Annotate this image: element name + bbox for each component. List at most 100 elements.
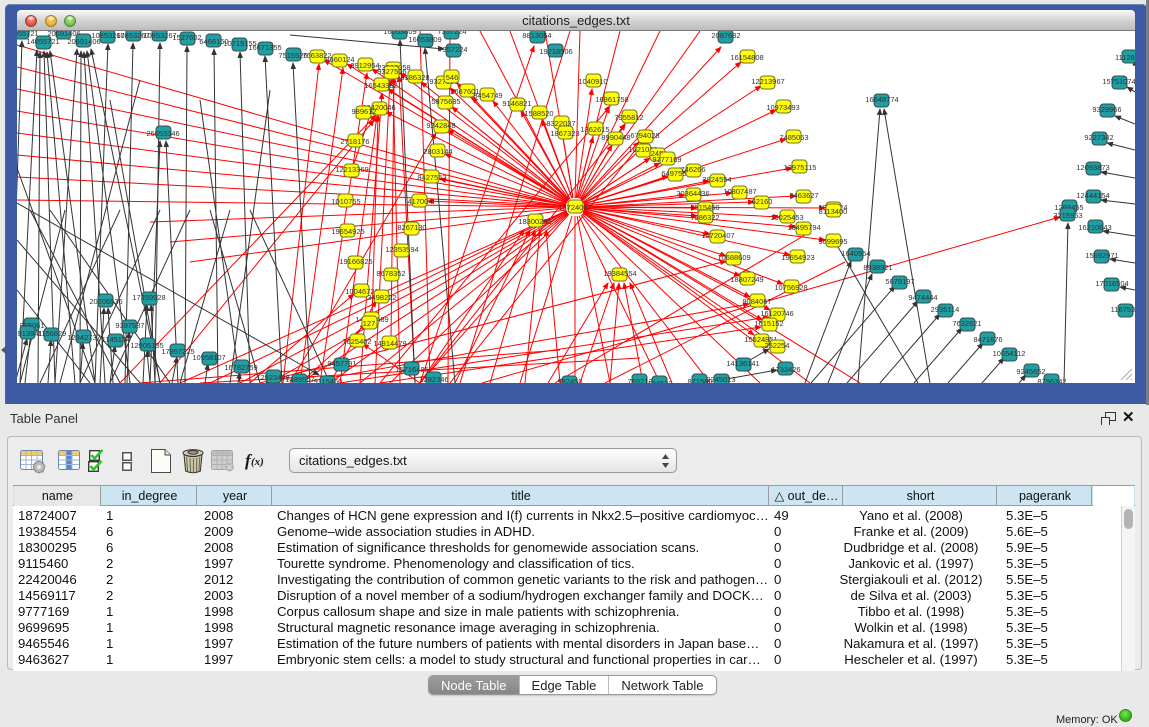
svg-text:15716485: 15716485 bbox=[395, 365, 428, 374]
svg-text:1640954: 1640954 bbox=[841, 249, 870, 258]
svg-text:8938921: 8938921 bbox=[863, 263, 892, 272]
svg-text:5679197: 5679197 bbox=[885, 277, 914, 286]
svg-text:17016504: 17016504 bbox=[1095, 279, 1128, 288]
svg-text:9777169: 9777169 bbox=[652, 155, 681, 164]
svg-text:10756928: 10756928 bbox=[774, 283, 807, 292]
svg-text:252254: 252254 bbox=[764, 341, 789, 350]
svg-text:2935114: 2935114 bbox=[931, 305, 960, 314]
svg-text:62160: 62160 bbox=[752, 197, 773, 206]
svg-text:8267130: 8267130 bbox=[397, 223, 426, 232]
svg-text:417004: 417004 bbox=[407, 197, 432, 206]
svg-text:1167533: 1167533 bbox=[1111, 305, 1135, 314]
svg-text:8796342: 8796342 bbox=[1037, 377, 1066, 383]
svg-text:9699695: 9699695 bbox=[818, 237, 847, 246]
svg-text:1867323: 1867323 bbox=[550, 129, 579, 138]
svg-text:9397587: 9397587 bbox=[115, 321, 144, 330]
svg-text:7485063: 7485063 bbox=[779, 133, 808, 142]
svg-text:7632621: 7632621 bbox=[952, 319, 981, 328]
svg-text:16543362: 16543362 bbox=[364, 81, 397, 90]
svg-text:1156829: 1156829 bbox=[38, 329, 67, 338]
svg-text:989612: 989612 bbox=[351, 107, 376, 116]
svg-text:10654112: 10654112 bbox=[993, 349, 1026, 358]
svg-text:16961758: 16961758 bbox=[595, 95, 628, 104]
svg-text:16495794: 16495794 bbox=[787, 223, 820, 232]
svg-text:8186328: 8186328 bbox=[400, 73, 429, 82]
svg-text:1588520: 1588520 bbox=[524, 109, 553, 118]
svg-text:8471676: 8471676 bbox=[973, 335, 1002, 344]
svg-text:8912954: 8912954 bbox=[350, 61, 379, 70]
svg-text:10807487: 10807487 bbox=[723, 187, 756, 196]
svg-text:16648774: 16648774 bbox=[865, 95, 898, 104]
svg-text:12975115: 12975115 bbox=[784, 163, 817, 172]
svg-text:15692971: 15692971 bbox=[1085, 251, 1118, 260]
svg-text:1040910: 1040910 bbox=[578, 77, 607, 86]
svg-text:1145194: 1145194 bbox=[102, 335, 131, 344]
svg-text:3215953: 3215953 bbox=[1053, 211, 1082, 220]
svg-text:8454749: 8454749 bbox=[473, 91, 502, 100]
svg-text:18300295: 18300295 bbox=[518, 217, 551, 226]
svg-text:19654925: 19654925 bbox=[331, 227, 364, 236]
svg-text:9463627: 9463627 bbox=[789, 191, 818, 200]
svg-text:16782759: 16782759 bbox=[224, 363, 257, 372]
svg-text:17957225: 17957225 bbox=[161, 347, 194, 356]
svg-text:1010755: 1010755 bbox=[331, 197, 360, 206]
svg-text:9242848: 9242848 bbox=[426, 121, 455, 130]
svg-text:9245652: 9245652 bbox=[1016, 367, 1045, 376]
svg-text:6794028: 6794028 bbox=[630, 131, 659, 140]
svg-text:19384554: 19384554 bbox=[603, 269, 636, 278]
svg-text:16154808: 16154808 bbox=[730, 53, 763, 62]
svg-text:12353594: 12353594 bbox=[385, 245, 418, 254]
svg-text:20206536: 20206536 bbox=[89, 297, 122, 306]
svg-text:3824554: 3824554 bbox=[702, 175, 731, 184]
svg-text:2087682: 2087682 bbox=[711, 31, 740, 40]
svg-text:546: 546 bbox=[446, 73, 459, 82]
svg-text:9146821: 9146821 bbox=[502, 99, 531, 108]
svg-text:14136141: 14136141 bbox=[726, 359, 759, 368]
svg-text:12905135: 12905135 bbox=[130, 341, 163, 350]
svg-text:16120746: 16120746 bbox=[760, 309, 793, 318]
svg-text:8427552: 8427552 bbox=[417, 173, 446, 182]
svg-text:14055721: 14055721 bbox=[26, 37, 59, 46]
svg-text:127: 127 bbox=[363, 319, 376, 328]
svg-text:9457791: 9457791 bbox=[327, 359, 356, 368]
svg-text:12093873: 12093873 bbox=[1076, 163, 1109, 172]
svg-text:20364436: 20364436 bbox=[676, 189, 709, 198]
svg-text:10973493: 10973493 bbox=[766, 103, 799, 112]
svg-text:10688609: 10688609 bbox=[717, 253, 750, 262]
svg-text:18807249: 18807249 bbox=[730, 275, 763, 284]
svg-text:1733426: 1733426 bbox=[771, 365, 800, 374]
svg-text:1112873: 1112873 bbox=[1115, 53, 1135, 62]
svg-text:1489557: 1489557 bbox=[285, 375, 314, 383]
svg-text:3498222: 3498222 bbox=[367, 293, 396, 302]
svg-text:15751074: 15751074 bbox=[1102, 77, 1135, 86]
svg-text:9245013: 9245013 bbox=[706, 375, 735, 383]
svg-text:982450: 982450 bbox=[557, 377, 582, 383]
svg-text:2718176: 2718176 bbox=[340, 137, 369, 146]
svg-text:8113400: 8113400 bbox=[819, 207, 848, 216]
svg-text:12942737: 12942737 bbox=[67, 333, 100, 342]
svg-text:10025453: 10025453 bbox=[770, 213, 803, 222]
svg-text:26053346: 26053346 bbox=[146, 129, 179, 138]
svg-text:10958107: 10958107 bbox=[192, 353, 225, 362]
svg-text:7986322: 7986322 bbox=[690, 213, 719, 222]
svg-text:9329966: 9329966 bbox=[1092, 105, 1121, 114]
svg-text:9474444: 9474444 bbox=[908, 293, 937, 302]
svg-text:1527602: 1527602 bbox=[172, 33, 201, 42]
svg-text:17359928: 17359928 bbox=[132, 293, 165, 302]
svg-text:746266: 746266 bbox=[680, 165, 705, 174]
svg-text:19166825: 19166825 bbox=[339, 257, 372, 266]
svg-text:12444154: 12444154 bbox=[1076, 191, 1109, 200]
svg-text:104522: 104522 bbox=[647, 379, 672, 383]
svg-text:12213369: 12213369 bbox=[335, 165, 368, 174]
svg-text:12213967: 12213967 bbox=[751, 77, 784, 86]
svg-text:8678352: 8678352 bbox=[376, 269, 405, 278]
svg-text:7357224: 7357224 bbox=[438, 45, 467, 54]
svg-text:9115460: 9115460 bbox=[314, 377, 343, 383]
svg-text:2803144: 2803144 bbox=[423, 147, 452, 156]
svg-text:5875685: 5875685 bbox=[431, 97, 460, 106]
svg-text:9084067: 9084067 bbox=[742, 297, 771, 306]
svg-text:16053809: 16053809 bbox=[408, 35, 441, 44]
svg-text:8990448: 8990448 bbox=[601, 133, 630, 142]
svg-text:1615152: 1615152 bbox=[754, 319, 783, 328]
svg-text:18724007: 18724007 bbox=[558, 203, 591, 212]
